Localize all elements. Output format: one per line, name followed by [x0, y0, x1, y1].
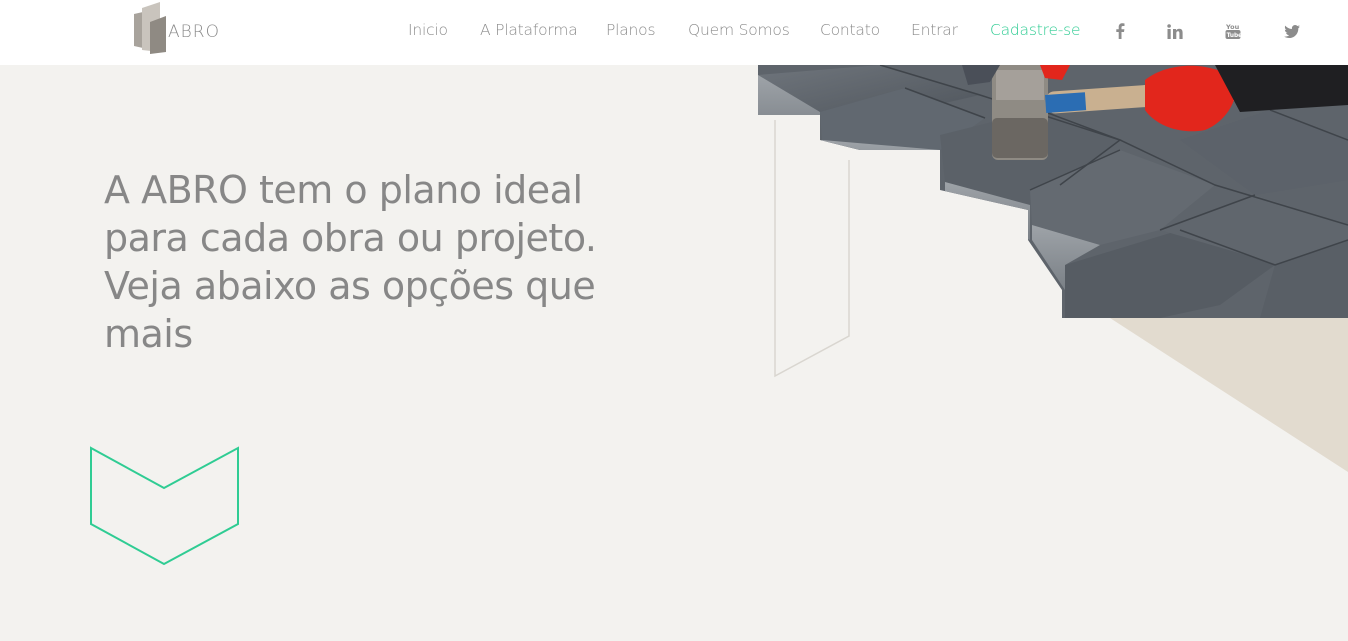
nav-item-cadastre-se[interactable]: Cadastre-se	[990, 21, 1081, 39]
nav-item-a-plataforma[interactable]: A Plataforma	[480, 21, 578, 39]
svg-text:Tube: Tube	[1227, 33, 1241, 39]
svg-text:You: You	[1225, 23, 1240, 31]
youtube-icon[interactable]: You Tube	[1224, 22, 1242, 40]
twitter-icon[interactable]	[1283, 22, 1301, 40]
linkedin-icon[interactable]	[1166, 22, 1184, 40]
facebook-icon[interactable]	[1111, 22, 1129, 40]
nav-item-entrar[interactable]: Entrar	[911, 21, 958, 39]
nav-item-inicio[interactable]: Inicio	[408, 21, 448, 39]
logo-text: ABRO	[168, 22, 220, 42]
nav-item-contato[interactable]: Contato	[820, 21, 880, 39]
nav-item-planos[interactable]: Planos	[606, 21, 656, 39]
nav-item-quem-somos[interactable]: Quem Somos	[688, 21, 790, 39]
top-navbar: ABRO Inicio A Plataforma Planos Quem Som…	[0, 0, 1348, 65]
hero-title: A ABRO tem o plano ideal para cada obra …	[104, 168, 597, 356]
